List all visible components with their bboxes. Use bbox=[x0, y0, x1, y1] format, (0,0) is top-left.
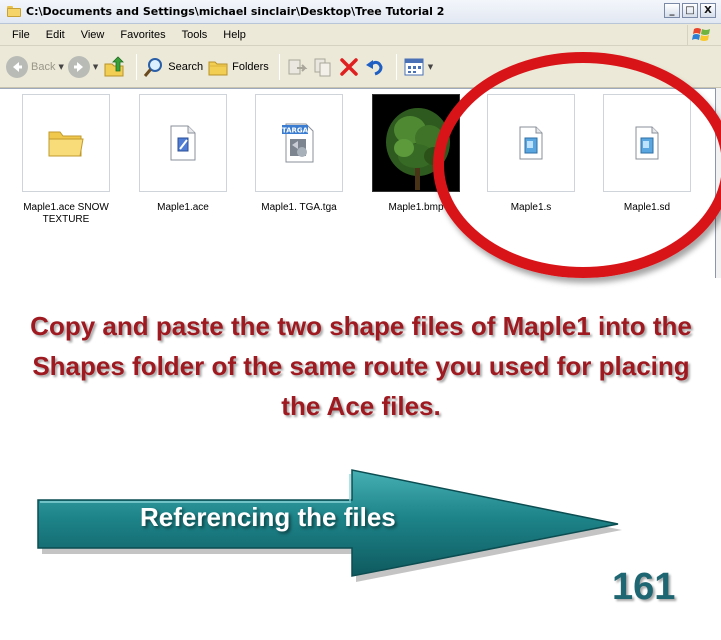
menu-help[interactable]: Help bbox=[215, 29, 254, 41]
menu-file[interactable]: File bbox=[4, 29, 38, 41]
menu-tools[interactable]: Tools bbox=[174, 29, 216, 41]
windows-logo-icon bbox=[687, 25, 715, 45]
folder-icon bbox=[48, 131, 84, 157]
file-name: Maple1. TGA.tga bbox=[261, 202, 337, 213]
toolbar-separator bbox=[395, 53, 397, 80]
folders-button[interactable]: Folders bbox=[207, 52, 269, 82]
copy-to-button[interactable] bbox=[312, 52, 334, 82]
delete-button[interactable] bbox=[338, 52, 360, 82]
menu-bar: File Edit View Favorites Tools Help bbox=[0, 24, 721, 46]
folders-label: Folders bbox=[232, 60, 269, 73]
forward-dropdown-icon[interactable]: ▼ bbox=[93, 63, 98, 71]
undo-button[interactable] bbox=[364, 52, 386, 82]
page-number: 161 bbox=[612, 566, 676, 608]
menu-view[interactable]: View bbox=[73, 29, 113, 41]
highlight-ring bbox=[433, 52, 721, 278]
up-folder-icon bbox=[104, 55, 125, 76]
forward-arrow-icon bbox=[67, 55, 90, 78]
menu-edit[interactable]: Edit bbox=[38, 29, 73, 41]
instruction-text: Copy and paste the two shape files of Ma… bbox=[30, 311, 692, 421]
folders-icon bbox=[208, 61, 228, 75]
file-thumbnail bbox=[22, 94, 110, 192]
search-icon bbox=[144, 57, 163, 77]
move-to-icon bbox=[288, 59, 308, 74]
arrow-label: Referencing the files bbox=[140, 502, 396, 532]
folder-icon bbox=[7, 6, 21, 17]
back-dropdown-icon[interactable]: ▼ bbox=[58, 63, 63, 71]
back-button[interactable]: Back ▼ bbox=[6, 52, 64, 82]
file-thumbnail bbox=[139, 94, 227, 192]
views-button[interactable]: ▼ bbox=[403, 52, 433, 82]
back-arrow-icon bbox=[6, 55, 28, 78]
forward-button[interactable]: ▼ bbox=[67, 52, 98, 82]
move-to-button[interactable] bbox=[286, 52, 308, 82]
search-button[interactable]: Search bbox=[143, 52, 203, 82]
ace-file-icon bbox=[170, 125, 196, 161]
file-name: Maple1.ace SNOW TEXTURE bbox=[23, 202, 109, 225]
maximize-button[interactable]: □ bbox=[682, 3, 698, 18]
search-label: Search bbox=[168, 60, 204, 73]
targa-file-icon: TARGA bbox=[282, 123, 314, 163]
file-name: Maple1.ace bbox=[157, 202, 209, 213]
file-thumbnail: TARGA bbox=[255, 94, 343, 192]
menu-favorites[interactable]: Favorites bbox=[112, 29, 173, 41]
copy-to-icon bbox=[314, 58, 331, 76]
toolbar-separator bbox=[278, 53, 280, 80]
delete-icon bbox=[340, 57, 358, 76]
up-folder-button[interactable] bbox=[102, 52, 126, 82]
back-label: Back bbox=[31, 60, 56, 73]
minimize-button[interactable]: _ bbox=[664, 3, 680, 18]
views-dropdown-icon[interactable]: ▼ bbox=[428, 63, 433, 71]
close-button[interactable]: X bbox=[700, 3, 716, 18]
window-title: C:\Documents and Settings\michael sincla… bbox=[26, 5, 445, 18]
window-title-bar[interactable]: C:\Documents and Settings\michael sincla… bbox=[0, 0, 721, 24]
undo-icon bbox=[365, 59, 383, 75]
toolbar-separator bbox=[136, 53, 138, 80]
window-controls: _ □ X bbox=[664, 3, 716, 18]
views-icon bbox=[404, 58, 424, 75]
svg-text:TARGA: TARGA bbox=[282, 127, 309, 135]
